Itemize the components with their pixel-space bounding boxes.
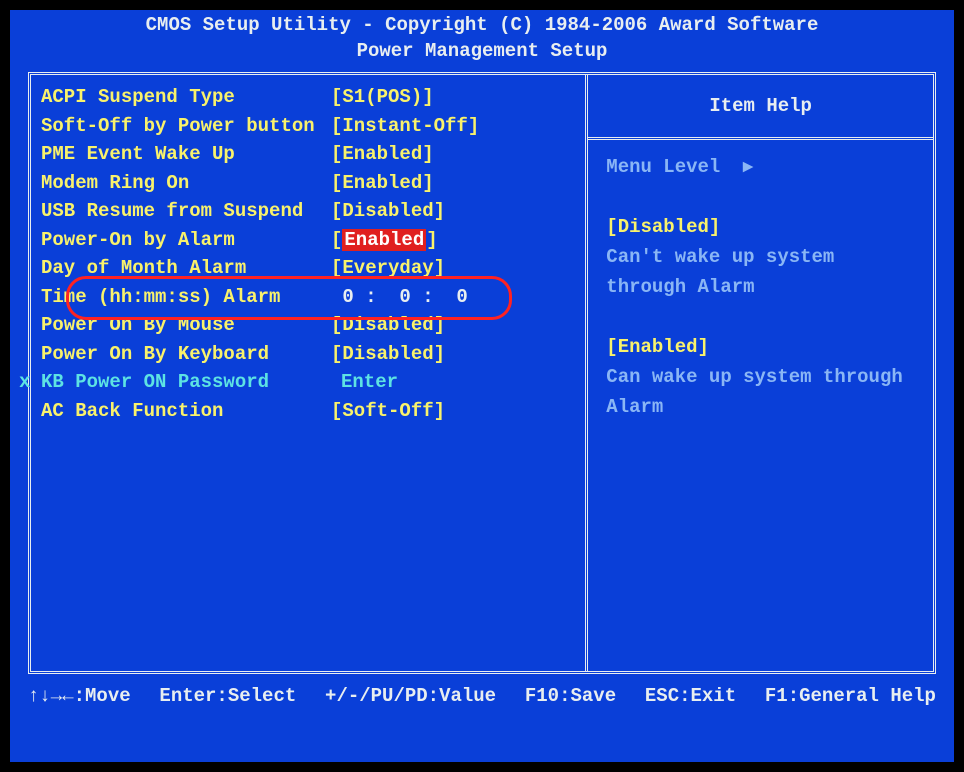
hint-save: F10:Save xyxy=(525,682,616,710)
disabled-marker-icon: x xyxy=(19,368,30,397)
setting-value[interactable]: [Instant-Off] xyxy=(331,112,479,141)
help-block-text: Can't wake up system through Alarm xyxy=(606,242,915,302)
setting-label: Day of Month Alarm xyxy=(41,254,331,283)
hint-exit: ESC:Exit xyxy=(645,682,736,710)
setting-row[interactable]: Power On By Keyboard[Disabled] xyxy=(41,340,575,369)
setting-value[interactable]: [Enabled] xyxy=(331,169,434,198)
setting-value[interactable]: [Disabled] xyxy=(331,340,445,369)
help-block-text: Can wake up system through Alarm xyxy=(606,362,915,422)
help-body: Menu Level ▸ [Disabled] Can't wake up sy… xyxy=(588,140,933,671)
setting-label: AC Back Function xyxy=(41,397,331,426)
help-title: Item Help xyxy=(588,75,933,140)
setting-label: Power On By Keyboard xyxy=(41,340,331,369)
setting-row[interactable]: Day of Month Alarm[Everyday] xyxy=(41,254,575,283)
setting-value[interactable]: Enter xyxy=(331,368,398,397)
bios-header: CMOS Setup Utility - Copyright (C) 1984-… xyxy=(10,10,954,72)
setting-label: ACPI Suspend Type xyxy=(41,83,331,112)
hint-select: Enter:Select xyxy=(159,682,296,710)
setting-row[interactable]: AC Back Function[Soft-Off] xyxy=(41,397,575,426)
setting-row[interactable]: Power On By Mouse[Disabled] xyxy=(41,311,575,340)
setting-row[interactable]: ACPI Suspend Type[S1(POS)] xyxy=(41,83,575,112)
setting-value[interactable]: [Soft-Off] xyxy=(331,397,445,426)
footer-hints: ↑↓→←:Move Enter:Select +/-/PU/PD:Value F… xyxy=(28,682,936,710)
menu-level-label: Menu Level xyxy=(606,156,720,178)
setting-label: Soft-Off by Power button xyxy=(41,112,331,141)
setting-label: Power-On by Alarm xyxy=(41,226,331,255)
help-block-title: [Disabled] xyxy=(606,212,915,242)
hint-help: F1:General Help xyxy=(765,682,936,710)
help-block-0: [Disabled] Can't wake up system through … xyxy=(606,212,915,302)
setting-value[interactable]: [Everyday] xyxy=(331,254,445,283)
setting-row[interactable]: USB Resume from Suspend[Disabled] xyxy=(41,197,575,226)
setting-row[interactable]: PME Event Wake Up[Enabled] xyxy=(41,140,575,169)
help-block-title: [Enabled] xyxy=(606,332,915,362)
setting-label: Modem Ring On xyxy=(41,169,331,198)
setting-value[interactable]: [Enabled] xyxy=(331,140,434,169)
setting-value[interactable]: [Enabled] xyxy=(331,226,438,255)
hint-value: +/-/PU/PD:Value xyxy=(325,682,496,710)
page-title: Power Management Setup xyxy=(10,38,954,64)
menu-level-row: Menu Level ▸ xyxy=(606,152,915,182)
setting-label: KB Power ON Password xyxy=(41,368,331,397)
settings-pane[interactable]: ACPI Suspend Type[S1(POS)]Soft-Off by Po… xyxy=(31,75,588,671)
help-pane: Item Help Menu Level ▸ [Disabled] Can't … xyxy=(588,75,933,671)
setting-value[interactable]: [S1(POS)] xyxy=(331,83,434,112)
setting-value[interactable]: [Disabled] xyxy=(331,197,445,226)
hint-move: ↑↓→←:Move xyxy=(28,682,131,710)
bios-screen: CMOS Setup Utility - Copyright (C) 1984-… xyxy=(10,10,954,762)
setting-value[interactable]: [Disabled] xyxy=(331,311,445,340)
setting-label: Time (hh:mm:ss) Alarm xyxy=(41,283,331,312)
help-block-1: [Enabled] Can wake up system through Ala… xyxy=(606,332,915,422)
setting-label: PME Event Wake Up xyxy=(41,140,331,169)
main-box: ACPI Suspend Type[S1(POS)]Soft-Off by Po… xyxy=(28,72,936,674)
setting-label: USB Resume from Suspend xyxy=(41,197,331,226)
selected-value[interactable]: Enabled xyxy=(342,229,426,251)
setting-row[interactable]: Modem Ring On[Enabled] xyxy=(41,169,575,198)
setting-row[interactable]: xKB Power ON PasswordEnter xyxy=(41,368,575,397)
setting-value[interactable]: 0 : 0 : 0 xyxy=(331,283,468,312)
setting-row[interactable]: Time (hh:mm:ss) Alarm 0 : 0 : 0 xyxy=(41,283,575,312)
setting-label: Power On By Mouse xyxy=(41,311,331,340)
copyright-line: CMOS Setup Utility - Copyright (C) 1984-… xyxy=(10,12,954,38)
setting-row[interactable]: Power-On by Alarm[Enabled] xyxy=(41,226,575,255)
setting-row[interactable]: Soft-Off by Power button[Instant-Off] xyxy=(41,112,575,141)
chevron-right-icon: ▸ xyxy=(743,152,753,182)
